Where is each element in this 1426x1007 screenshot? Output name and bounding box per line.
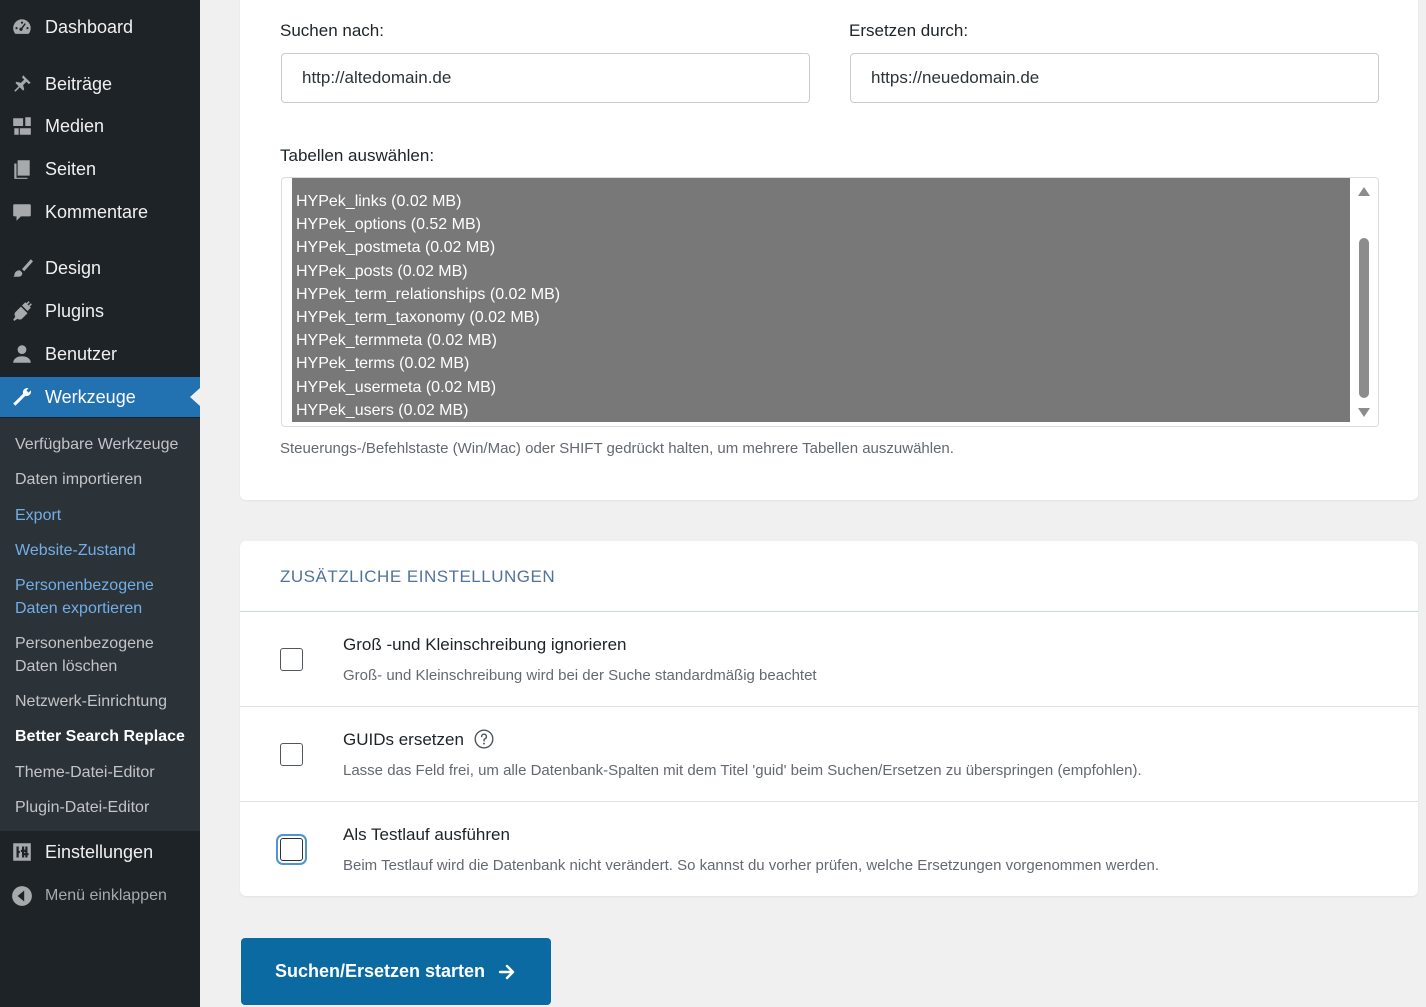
menu-item-seiten[interactable]: Seiten	[0, 149, 200, 189]
tables-hint: Steuerungs-/Befehlstaste (Win/Mac) oder …	[280, 440, 954, 457]
table-option-partial[interactable]	[292, 178, 1350, 190]
comment-icon	[10, 200, 34, 224]
table-option[interactable]: HYPek_postmeta (0.02 MB)	[292, 236, 1350, 260]
table-option[interactable]: HYPek_usermeta (0.02 MB)	[292, 375, 1350, 399]
tables-select[interactable]: HYPek_links (0.02 MB) HYPek_options (0.5…	[281, 177, 1379, 427]
user-icon	[10, 342, 34, 366]
scroll-down-arrow-icon[interactable]	[1358, 408, 1370, 417]
menu-item-medien[interactable]: Medien	[0, 106, 200, 146]
menu-item-label: Plugins	[45, 300, 105, 321]
replace-label: Ersetzen durch:	[849, 21, 969, 40]
menu-item-label: Werkzeuge	[45, 386, 136, 407]
tables-label: Tabellen auswählen:	[280, 146, 435, 165]
submenu-item-website-zustand[interactable]: Website-Zustand	[15, 539, 195, 562]
menu-item-label: Benutzer	[45, 343, 118, 364]
table-option[interactable]: HYPek_users (0.02 MB)	[292, 398, 1350, 422]
collapse-arrow-icon	[10, 884, 34, 908]
submenu-item-personenbezogene-daten-loeschen[interactable]: Personenbezogene Daten löschen	[15, 632, 165, 678]
dry-run-checkbox[interactable]	[280, 838, 303, 861]
menu-item-werkzeuge[interactable]: Werkzeuge	[0, 377, 200, 417]
submit-label: Suchen/Ersetzen starten	[274, 961, 486, 981]
tables-scrollbar[interactable]	[1350, 178, 1378, 426]
table-option[interactable]: HYPek_termmeta (0.02 MB)	[292, 329, 1350, 353]
plug-icon	[10, 299, 34, 323]
help-icon[interactable]	[474, 729, 494, 749]
dashboard-icon	[10, 15, 34, 39]
table-option[interactable]: HYPek_term_taxonomy (0.02 MB)	[292, 305, 1350, 330]
tables-list: HYPek_links (0.02 MB) HYPek_options (0.5…	[292, 178, 1350, 422]
submenu-item-theme-datei-editor[interactable]: Theme-Datei-Editor	[15, 761, 195, 784]
replace-guids-checkbox[interactable]	[280, 743, 303, 766]
submenu-item-export[interactable]: Export	[15, 504, 195, 527]
replace-input[interactable]	[850, 53, 1379, 103]
menu-item-design[interactable]: Design	[0, 248, 200, 288]
menu-item-label: Seiten	[45, 158, 97, 179]
menu-item-label: Medien	[45, 115, 105, 136]
table-option[interactable]: HYPek_term_relationships (0.02 MB)	[292, 282, 1350, 306]
menu-item-beitraege[interactable]: Beiträge	[0, 64, 200, 104]
case-insensitive-title: Groß -und Kleinschreibung ignorieren	[343, 635, 627, 654]
replace-guids-desc: Lasse das Feld frei, um alle Datenbank-S…	[343, 762, 1142, 779]
active-menu-arrow	[190, 388, 200, 406]
replace-guids-title: GUIDs ersetzen	[343, 730, 464, 749]
menu-item-einstellungen[interactable]: Einstellungen	[0, 832, 200, 872]
menu-item-label: Dashboard	[45, 16, 134, 37]
menu-item-benutzer[interactable]: Benutzer	[0, 334, 200, 374]
submenu-item-daten-importieren[interactable]: Daten importieren	[15, 468, 195, 491]
section-divider	[240, 611, 1418, 612]
option-divider	[240, 801, 1418, 802]
pages-icon	[10, 157, 34, 181]
menu-item-label: Kommentare	[45, 201, 149, 222]
submenu-item-verfuegbare-werkzeuge[interactable]: Verfügbare Werkzeuge	[15, 433, 195, 456]
menu-item-plugins[interactable]: Plugins	[0, 291, 200, 331]
table-option[interactable]: HYPek_options (0.52 MB)	[292, 213, 1350, 237]
scroll-up-arrow-icon[interactable]	[1358, 187, 1370, 196]
table-option[interactable]: HYPek_posts (0.02 MB)	[292, 259, 1350, 283]
menu-item-label: Einstellungen	[45, 841, 154, 862]
start-search-replace-button[interactable]: Suchen/Ersetzen starten	[241, 938, 551, 1005]
brush-icon	[10, 256, 34, 280]
option-divider	[240, 706, 1418, 707]
settings-section-title: ZUSÄTZLICHE EINSTELLUNGEN	[280, 567, 556, 586]
menu-item-kommentare[interactable]: Kommentare	[0, 192, 200, 232]
submenu-item-netzwerk-einrichtung[interactable]: Netzwerk-Einrichtung	[15, 690, 195, 713]
search-input[interactable]	[281, 53, 810, 103]
submenu-item-personenbezogene-daten-exportieren[interactable]: Personenbezogene Daten exportieren	[15, 574, 165, 620]
table-option[interactable]: HYPek_terms (0.02 MB)	[292, 352, 1350, 376]
collapse-menu-label: Menü einklappen	[45, 887, 167, 904]
dry-run-desc: Beim Testlauf wird die Datenbank nicht v…	[343, 857, 1160, 874]
settings-sliders-icon	[10, 840, 34, 864]
wrench-icon	[10, 385, 34, 409]
search-label: Suchen nach:	[280, 21, 384, 40]
table-option[interactable]: HYPek_links (0.02 MB)	[292, 190, 1350, 214]
pin-icon	[10, 72, 34, 96]
case-insensitive-checkbox[interactable]	[280, 648, 303, 671]
admin-sidebar: Dashboard Beiträge Medien Seiten Komment…	[0, 0, 200, 1007]
dry-run-title: Als Testlauf ausführen	[343, 825, 510, 844]
case-insensitive-desc: Groß- und Kleinschreibung wird bei der S…	[343, 667, 817, 684]
submenu-item-better-search-replace[interactable]: Better Search Replace	[15, 725, 195, 748]
collapse-menu-button[interactable]: Menü einklappen	[0, 876, 200, 916]
menu-item-label: Beiträge	[45, 73, 113, 94]
media-icon	[10, 114, 34, 138]
submenu-item-plugin-datei-editor[interactable]: Plugin-Datei-Editor	[15, 796, 195, 819]
menu-item-label: Design	[45, 257, 102, 278]
arrow-right-icon	[498, 964, 515, 979]
scrollbar-thumb[interactable]	[1359, 238, 1369, 398]
menu-item-dashboard[interactable]: Dashboard	[0, 7, 200, 47]
